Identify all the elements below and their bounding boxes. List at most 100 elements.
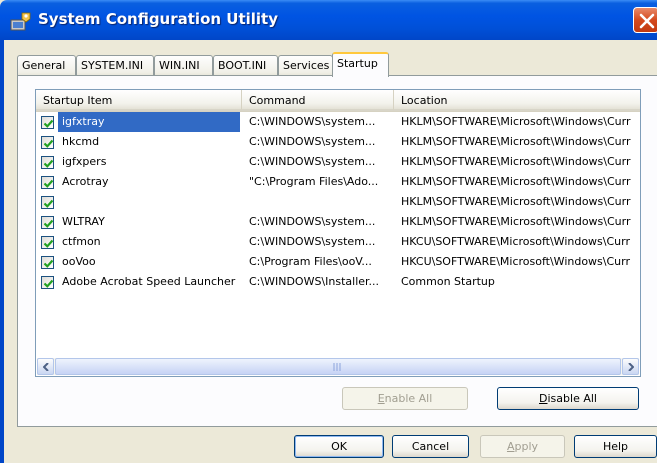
list-item[interactable]: Acrotray "C:\Program Files\Ado... HKLM\SOF… (36, 172, 640, 192)
horizontal-scrollbar[interactable] (37, 358, 639, 375)
startup-item-location: HKCU\SOFTWARE\Microsoft\Windows\Curr (401, 235, 630, 248)
tab-label: General (22, 59, 66, 72)
startup-item-location: HKLM\SOFTWARE\Microsoft\Windows\Curr (401, 175, 631, 188)
window-title: System Configuration Utility (38, 10, 278, 28)
list-item[interactable]: WLTRAY C:\WINDOWS\system... HKLM\SOFTWARE\… (36, 212, 640, 232)
startup-checkbox[interactable] (41, 256, 54, 269)
button-label: isable All (547, 392, 597, 405)
help-button[interactable]: Help (574, 435, 657, 458)
startup-checkbox[interactable] (41, 196, 54, 209)
startup-item-command: C:\WINDOWS\system... (249, 155, 376, 168)
scroll-thumb[interactable] (55, 358, 621, 375)
startup-item-location: HKCU\SOFTWARE\Microsoft\Windows\Curr (401, 255, 630, 268)
startup-checkbox[interactable] (41, 156, 54, 169)
checkmark-icon (43, 219, 54, 228)
column-header-label: Startup Item (43, 94, 113, 107)
button-label: pply (514, 440, 539, 453)
startup-checkbox[interactable] (41, 216, 54, 229)
startup-item-name (58, 192, 240, 212)
column-header-label: Command (249, 94, 306, 107)
tab-label: SYSTEM.INI (81, 59, 144, 72)
tab-label: Services (283, 59, 330, 72)
startup-item-command: "C:\Program Files\Ado... (249, 175, 379, 188)
startup-item-command: C:\WINDOWS\system... (249, 235, 376, 248)
tab-general[interactable]: General (17, 55, 76, 76)
list-item[interactable]: ooVoo C:\Program Files\ooV... HKCU\SOFTWAR… (36, 252, 640, 272)
list-item[interactable]: ctfmon C:\WINDOWS\system... HKCU\SOFTWARE\… (36, 232, 640, 252)
tab-label: WIN.INI (159, 59, 200, 72)
tab-services[interactable]: Services (278, 55, 333, 76)
ok-button[interactable]: OK (294, 435, 384, 458)
tab-win-ini[interactable]: WIN.INI (154, 55, 213, 76)
column-header-label: Location (401, 94, 448, 107)
startup-item-name: ooVoo (62, 255, 96, 268)
startup-checkbox[interactable] (41, 116, 54, 129)
list-item[interactable]: hkcmd C:\WINDOWS\system... HKLM\SOFTWARE\M… (36, 132, 640, 152)
startup-item-command: C:\WINDOWS\system... (249, 135, 376, 148)
startup-item-location: HKLM\SOFTWARE\Microsoft\Windows\Curr (401, 115, 631, 128)
apply-button[interactable]: Apply (480, 435, 565, 458)
title-bar[interactable]: System Configuration Utility (0, 0, 657, 40)
checkmark-icon (43, 139, 54, 148)
startup-item-location: HKLM\SOFTWARE\Microsoft\Windows\Curr (401, 195, 631, 208)
scroll-right-button[interactable] (622, 358, 639, 375)
close-button[interactable] (633, 7, 657, 33)
arrow-right-icon (628, 363, 634, 371)
scroll-left-button[interactable] (37, 358, 54, 375)
button-label: Help (602, 440, 629, 453)
startup-item-name: Acrotray (62, 175, 109, 188)
accelerator-key: D (539, 392, 548, 405)
startup-item-command: C:\Program Files\ooV... (249, 255, 372, 268)
checkmark-icon (43, 259, 54, 268)
tab-boot-ini[interactable]: BOOT.INI (213, 55, 278, 76)
startup-item-location: HKLM\SOFTWARE\Microsoft\Windows\Curr (401, 215, 631, 228)
window-frame-left (0, 40, 4, 463)
grip-icon (333, 363, 341, 371)
cancel-button[interactable]: Cancel (392, 435, 469, 458)
startup-item-name: hkcmd (62, 135, 100, 148)
startup-checkbox[interactable] (41, 136, 54, 149)
startup-checkbox[interactable] (41, 276, 54, 289)
button-label: OK (331, 440, 347, 453)
startup-checkbox[interactable] (41, 236, 54, 249)
list-item[interactable]: igfxpers C:\WINDOWS\system... HKLM\SOFTWAR… (36, 152, 640, 172)
tab-system-ini[interactable]: SYSTEM.INI (76, 55, 154, 76)
startup-list[interactable]: Startup Item Command Location igfxtray C:… (35, 89, 641, 377)
button-label: nable All (384, 392, 433, 405)
column-header-startup-item[interactable]: Startup Item (36, 90, 242, 111)
enable-all-button[interactable]: Enable All (342, 387, 468, 410)
startup-item-name: igfxpers (62, 155, 107, 168)
checkmark-icon (43, 239, 54, 248)
tab-startup[interactable]: Startup (332, 52, 389, 77)
startup-item-name: Adobe Acrobat Speed Launcher (62, 275, 236, 288)
list-header: Startup Item Command Location (36, 90, 640, 112)
checkmark-icon (43, 119, 54, 128)
tab-label: Startup (337, 57, 378, 70)
checkmark-icon (43, 179, 54, 188)
column-header-location[interactable]: Location (394, 90, 640, 111)
startup-item-name: WLTRAY (62, 215, 105, 228)
accelerator-key: A (506, 440, 515, 453)
tab-label: BOOT.INI (218, 59, 267, 72)
startup-item-command: C:\WINDOWS\system... (249, 115, 376, 128)
msconfig-icon (10, 11, 32, 31)
startup-item-location: HKLM\SOFTWARE\Microsoft\Windows\Curr (401, 135, 631, 148)
startup-item-command: C:\WINDOWS\system... (249, 215, 376, 228)
list-item[interactable]: HKLM\SOFTWARE\Microsoft\Windows\Curr (36, 192, 640, 212)
checkmark-icon (43, 279, 54, 288)
startup-item-location: Common Startup (401, 275, 495, 288)
list-item[interactable]: igfxtray C:\WINDOWS\system... HKLM\SOFTWAR… (36, 112, 640, 132)
close-icon (639, 13, 655, 29)
arrow-left-icon (43, 363, 49, 371)
startup-item-command (249, 192, 394, 212)
checkmark-icon (43, 199, 54, 208)
disable-all-button[interactable]: Disable All (497, 387, 639, 410)
startup-checkbox[interactable] (41, 176, 54, 189)
startup-item-name: igfxtray (58, 112, 240, 132)
startup-item-command: C:\WINDOWS\Installer... (249, 275, 380, 288)
accelerator-key: E (377, 392, 385, 405)
column-header-command[interactable]: Command (242, 90, 394, 111)
button-label: Cancel (411, 440, 450, 453)
startup-item-name: ctfmon (62, 235, 101, 248)
list-item[interactable]: Adobe Acrobat Speed Launcher C:\WINDOWS\I… (36, 272, 640, 292)
